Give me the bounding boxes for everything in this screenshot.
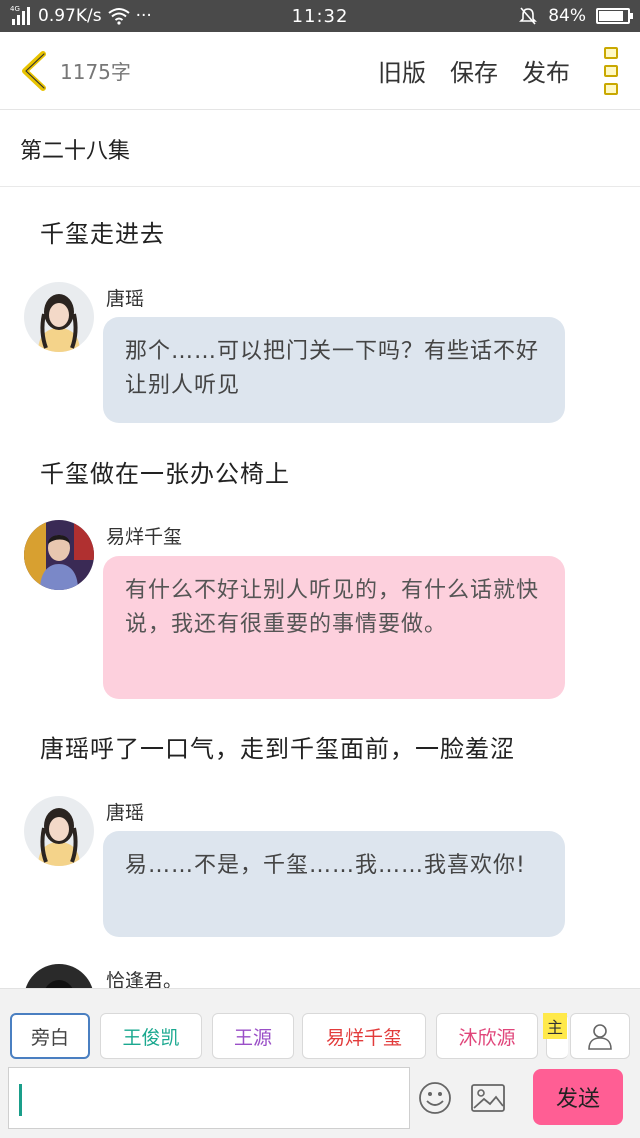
publish-button[interactable]: 发布 — [522, 53, 570, 88]
avatar[interactable] — [24, 520, 94, 590]
status-left: 4G 0.97K/s ··· — [10, 5, 250, 26]
role-selector: 旁白 王俊凯 王源 易烊千玺 沐欣源 主 — [0, 989, 640, 1059]
speaker-name: 唐瑶 — [106, 802, 145, 824]
status-time: 11:32 — [291, 5, 349, 27]
role-label: 王俊凯 — [122, 1026, 180, 1049]
battery-fill — [599, 11, 623, 21]
more-dot-icon — [604, 82, 618, 95]
avatar[interactable] — [24, 282, 94, 352]
avatar-image-tangyao — [24, 796, 94, 866]
add-role-button[interactable] — [570, 1013, 630, 1059]
role-label: 旁白 — [30, 1026, 69, 1049]
narration-line[interactable]: 唐瑶呼了一口气，走到千玺面前，一脸羞涩 — [40, 729, 515, 764]
narration-line[interactable]: 千玺做在一张办公椅上 — [40, 454, 290, 489]
role-chip-wangyuan[interactable]: 王源 — [212, 1013, 294, 1059]
role-chip-muxinyuan[interactable]: 沐欣源 — [436, 1013, 538, 1059]
save-button[interactable]: 保存 — [450, 53, 498, 88]
speaker-name: 唐瑶 — [106, 288, 145, 310]
role-label: 易烊千玺 — [325, 1026, 402, 1049]
input-panel: 旁白 王俊凯 王源 易烊千玺 沐欣源 主 发送 — [0, 988, 640, 1138]
old-version-button[interactable]: 旧版 — [378, 53, 426, 88]
more-dot-icon — [604, 64, 618, 77]
status-bar: 4G 0.97K/s ··· 11:32 84% — [0, 0, 640, 32]
more-dot-icon — [604, 46, 618, 59]
episode-title[interactable]: 第二十八集 — [0, 111, 640, 187]
network-speed: 0.97K/s — [38, 6, 102, 26]
editor-toolbar: 1175字 旧版 保存 发布 — [0, 32, 640, 110]
role-label: 王源 — [233, 1026, 272, 1049]
dialogue-bubble[interactable]: 那个……可以把门关一下吗？有些话不好让别人听见 — [103, 317, 565, 423]
avatar-image-yiyangqianxi — [24, 520, 94, 590]
role-chip-wangjunkai[interactable]: 王俊凯 — [100, 1013, 202, 1059]
avatar-image-qiafengjun — [24, 964, 94, 988]
text-caret — [19, 1084, 22, 1116]
message-input[interactable] — [8, 1067, 410, 1129]
more-status-icon: ··· — [135, 6, 152, 26]
avatar-image-tangyao — [24, 282, 94, 352]
word-count: 1175字 — [60, 60, 131, 84]
more-menu-button[interactable] — [596, 43, 626, 99]
emoji-icon[interactable] — [418, 1081, 452, 1115]
dialogue-bubble[interactable]: 易……不是，千玺……我……我喜欢你! — [103, 831, 565, 937]
avatar[interactable] — [24, 964, 94, 988]
role-chip-yiyangqianxi[interactable]: 易烊千玺 — [302, 1013, 426, 1059]
image-icon[interactable] — [470, 1082, 506, 1114]
battery-percent: 84% — [548, 6, 586, 26]
network-type: 4G — [10, 5, 20, 13]
battery-icon — [596, 8, 633, 24]
role-chip-narrator[interactable]: 旁白 — [10, 1013, 90, 1059]
main-role-tag: 主 — [543, 1013, 567, 1039]
speaker-name: 易烊千玺 — [106, 526, 183, 548]
narration-line[interactable]: 千玺走进去 — [40, 214, 165, 249]
dialogue-bubble[interactable]: 有什么不好让别人听见的，有什么话就快说，我还有很重要的事情要做。 — [103, 556, 565, 699]
wifi-icon — [107, 8, 130, 25]
status-right: 84% — [390, 6, 633, 26]
back-arrow-icon — [22, 50, 46, 91]
script-content[interactable]: 千玺走进去 唐瑶 那个……可以把门关一下吗？有些话不好让别人听见 千玺做在一张办… — [0, 188, 640, 988]
avatar[interactable] — [24, 796, 94, 866]
send-button[interactable]: 发送 — [533, 1069, 623, 1125]
user-icon — [588, 1024, 612, 1050]
speaker-name: 恰逢君。 — [106, 970, 183, 988]
role-label: 沐欣源 — [458, 1026, 516, 1049]
back-button[interactable] — [14, 46, 54, 96]
mute-bell-icon — [519, 7, 538, 25]
signal-icon: 4G — [10, 5, 32, 25]
